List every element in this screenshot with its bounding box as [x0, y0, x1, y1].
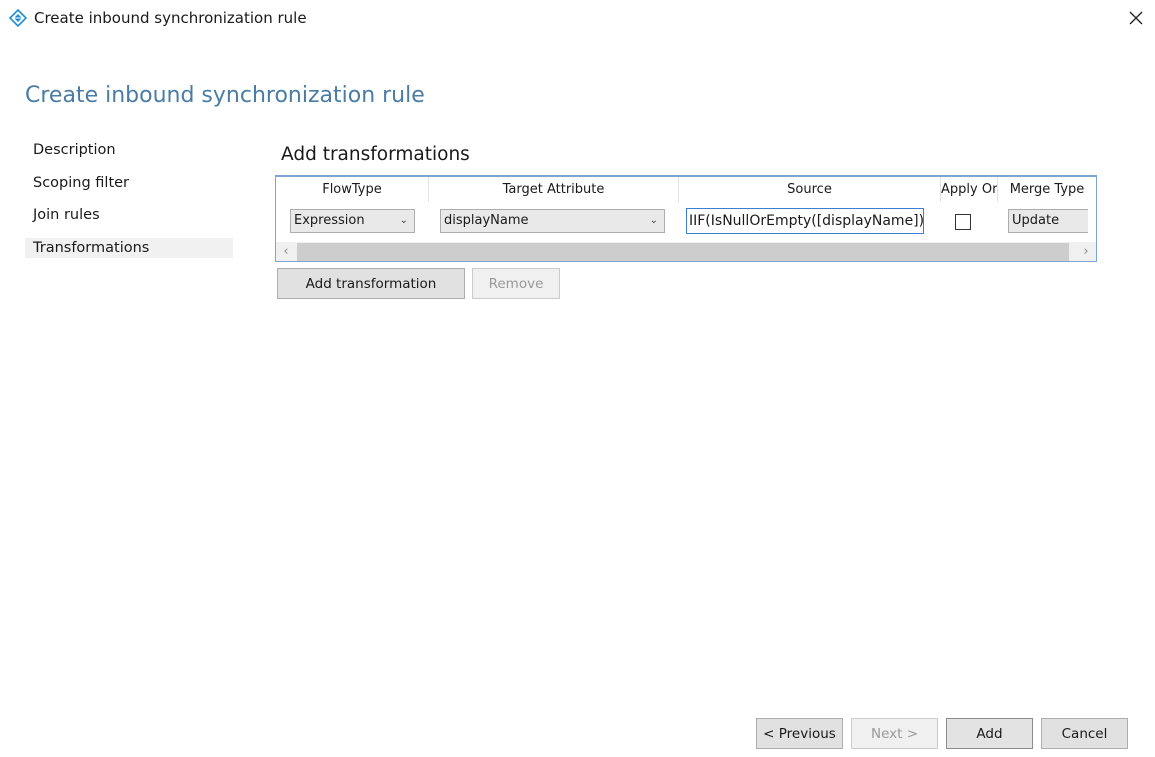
merge-type-value: Update	[1012, 213, 1060, 228]
nav-item-join-rules[interactable]: Join rules	[25, 205, 233, 225]
nav-item-description[interactable]: Description	[25, 140, 233, 160]
column-header-flowtype[interactable]: FlowType	[276, 177, 429, 202]
wizard-nav: Description Scoping filter Join rules Tr…	[25, 140, 233, 270]
table-row: Expression ⌄ displayName ⌄ IIF(IsNullOrE…	[276, 204, 1096, 239]
transformations-grid: FlowType Target Attribute Source Apply O…	[275, 175, 1097, 262]
nav-item-label: Join rules	[33, 207, 100, 223]
chevron-right-icon[interactable]: ›	[1076, 242, 1096, 261]
column-header-source[interactable]: Source	[679, 177, 941, 202]
add-transformation-button[interactable]: Add transformation	[277, 268, 465, 299]
chevron-down-icon: ⌄	[649, 215, 658, 226]
horizontal-scrollbar[interactable]: ‹ ›	[276, 242, 1096, 261]
nav-item-label: Description	[33, 142, 116, 158]
grid-header: FlowType Target Attribute Source Apply O…	[276, 177, 1096, 202]
nav-item-transformations[interactable]: Transformations	[25, 237, 233, 258]
nav-item-label: Scoping filter	[33, 174, 130, 191]
sync-rule-diamond-icon	[9, 9, 27, 27]
source-expression-input[interactable]: IIF(IsNullOrEmpty([displayName]),[	[686, 208, 924, 234]
section-title: Add transformations	[281, 144, 470, 165]
chevron-down-icon: ⌄	[399, 215, 408, 226]
previous-button[interactable]: < Previous	[756, 718, 843, 749]
column-header-merge-type[interactable]: Merge Type	[998, 177, 1096, 202]
scrollbar-thumb[interactable]	[297, 243, 1069, 261]
nav-item-label: Transformations	[33, 239, 150, 256]
add-button[interactable]: Add	[946, 718, 1033, 749]
source-expression-value: IIF(IsNullOrEmpty([displayName]),[	[689, 213, 924, 229]
window-title: Create inbound synchronization rule	[34, 9, 307, 27]
column-header-target-attribute[interactable]: Target Attribute	[429, 177, 679, 202]
remove-button[interactable]: Remove	[472, 268, 560, 299]
close-icon[interactable]	[1124, 6, 1148, 30]
cancel-button[interactable]: Cancel	[1041, 718, 1128, 749]
flowtype-select[interactable]: Expression ⌄	[290, 209, 415, 233]
target-attribute-select[interactable]: displayName ⌄	[440, 209, 665, 233]
apply-once-checkbox[interactable]	[955, 214, 971, 230]
flowtype-value: Expression	[294, 213, 365, 228]
page-title: Create inbound synchronization rule	[25, 83, 425, 108]
chevron-left-icon[interactable]: ‹	[276, 242, 296, 261]
title-bar: Create inbound synchronization rule	[0, 0, 1155, 36]
merge-type-select[interactable]: Update	[1008, 209, 1088, 233]
column-header-apply-once[interactable]: Apply Or	[941, 177, 998, 202]
target-attribute-value: displayName	[444, 213, 529, 228]
next-button[interactable]: Next >	[851, 718, 938, 749]
nav-item-scoping-filter[interactable]: Scoping filter	[25, 173, 233, 193]
